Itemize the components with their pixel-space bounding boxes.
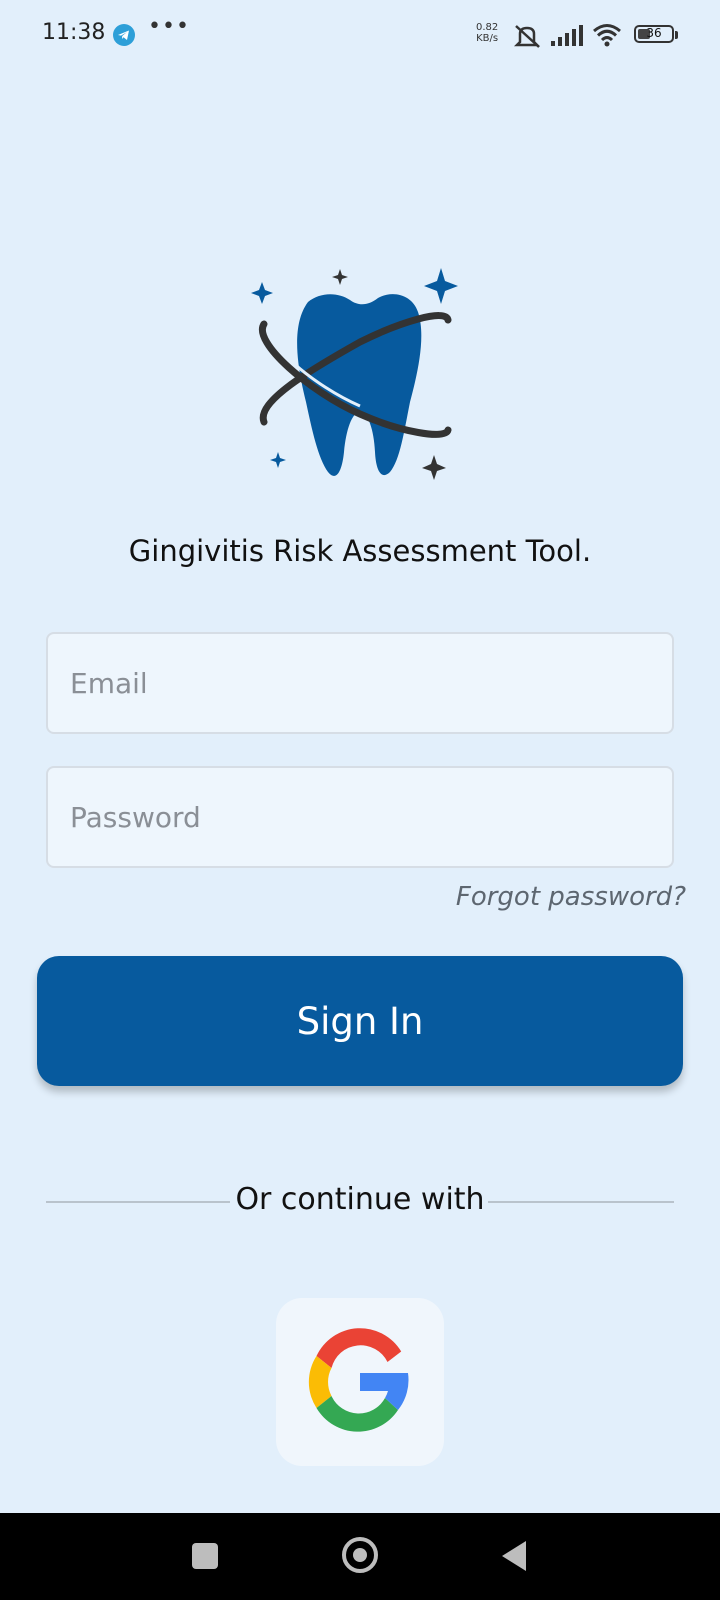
net-speed: 0.82 KB/s (476, 22, 498, 44)
net-speed-value: 0.82 (476, 22, 499, 33)
home-icon[interactable] (342, 1537, 378, 1573)
telegram-icon (113, 24, 135, 46)
sparkle-icon (422, 455, 446, 480)
google-icon (308, 1328, 409, 1432)
divider-line-right (488, 1201, 674, 1203)
home-icon-dot (353, 1548, 367, 1562)
wifi-icon (593, 24, 621, 47)
status-bar: 11:38 ••• 0.82 KB/s 36 (0, 0, 720, 70)
sparkle-icon (270, 452, 286, 468)
sparkle-icon (424, 268, 458, 304)
sparkle-icon (251, 282, 273, 304)
net-speed-unit: KB/s (476, 33, 499, 44)
forgot-password-link[interactable]: Forgot password? (456, 882, 686, 912)
battery-tip (675, 31, 678, 39)
email-field-box[interactable] (46, 632, 674, 734)
back-icon[interactable] (502, 1541, 526, 1571)
google-sign-in-button[interactable] (276, 1298, 444, 1466)
divider-label: Or continue with (235, 1182, 485, 1217)
status-time: 11:38 (42, 20, 106, 45)
password-field[interactable] (48, 768, 672, 866)
app-title: Gingivitis Risk Assessment Tool. (128, 534, 592, 568)
email-field[interactable] (48, 634, 672, 732)
system-nav-bar (0, 1513, 720, 1600)
sparkle-icon (332, 269, 348, 285)
battery-level: 36 (646, 26, 662, 40)
password-field-box[interactable] (46, 766, 674, 868)
battery-icon: 36 (634, 25, 674, 43)
signal-icon (551, 25, 583, 46)
recent-apps-icon[interactable] (192, 1543, 218, 1569)
mute-icon (513, 25, 541, 48)
app-logo (251, 268, 458, 480)
sign-in-button[interactable]: Sign In (37, 956, 683, 1086)
more-dots-icon: ••• (148, 14, 190, 39)
